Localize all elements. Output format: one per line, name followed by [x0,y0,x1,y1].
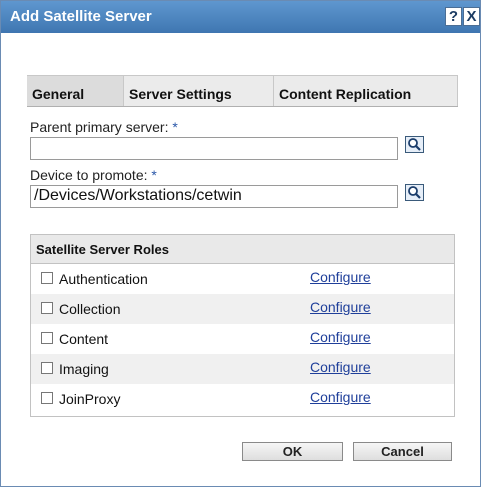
configure-link-joinproxy[interactable]: Configure [310,389,371,405]
parent-server-label-text: Parent primary server: [30,119,169,135]
role-row-imaging: Imaging Configure [31,354,454,384]
checkbox-imaging[interactable] [41,362,53,374]
search-icon[interactable] [405,184,424,201]
search-icon-graphic [408,138,421,151]
device-label: Device to promote: * [30,167,157,183]
title-bar: Add Satellite Server ? X [1,1,480,33]
help-button[interactable]: ? [445,7,462,26]
tab-general[interactable]: General [27,76,124,107]
roles-header: Satellite Server Roles [31,235,454,264]
device-label-text: Device to promote: [30,167,148,183]
configure-link-collection[interactable]: Configure [310,299,371,315]
checkbox-content[interactable] [41,332,53,344]
checkbox-collection[interactable] [41,302,53,314]
role-row-authentication: Authentication Configure [31,264,454,294]
tab-bar: General Server Settings Content Replicat… [27,75,458,107]
role-row-joinproxy: JoinProxy Configure [31,384,454,414]
configure-link-content[interactable]: Configure [310,329,371,345]
search-icon-graphic [408,186,421,199]
tab-content-replication[interactable]: Content Replication [274,76,458,107]
cancel-button[interactable]: Cancel [353,442,452,461]
add-satellite-server-dialog: Add Satellite Server ? X General Server … [0,0,481,487]
search-icon[interactable] [405,136,424,153]
window-title: Add Satellite Server [10,8,152,25]
tab-server-settings[interactable]: Server Settings [124,76,274,107]
parent-server-label: Parent primary server: * [30,119,178,135]
required-marker: * [151,167,157,183]
parent-server-input[interactable] [30,137,398,160]
role-row-content: Content Configure [31,324,454,354]
role-label: JoinProxy [59,391,121,407]
role-label: Content [59,331,109,347]
role-label: Collection [59,301,121,317]
checkbox-joinproxy[interactable] [41,392,53,404]
tab-divider [27,106,458,107]
role-row-collection: Collection Configure [31,294,454,324]
required-marker: * [172,119,178,135]
checkbox-authentication[interactable] [41,272,53,284]
role-label: Imaging [59,361,109,377]
close-button[interactable]: X [463,7,480,26]
configure-link-imaging[interactable]: Configure [310,359,371,375]
configure-link-authentication[interactable]: Configure [310,269,371,285]
satellite-roles-panel: Satellite Server Roles Authentication Co… [30,234,455,417]
role-label: Authentication [59,271,148,287]
ok-button[interactable]: OK [242,442,343,461]
device-input[interactable]: /Devices/Workstations/cetwin [30,185,398,208]
